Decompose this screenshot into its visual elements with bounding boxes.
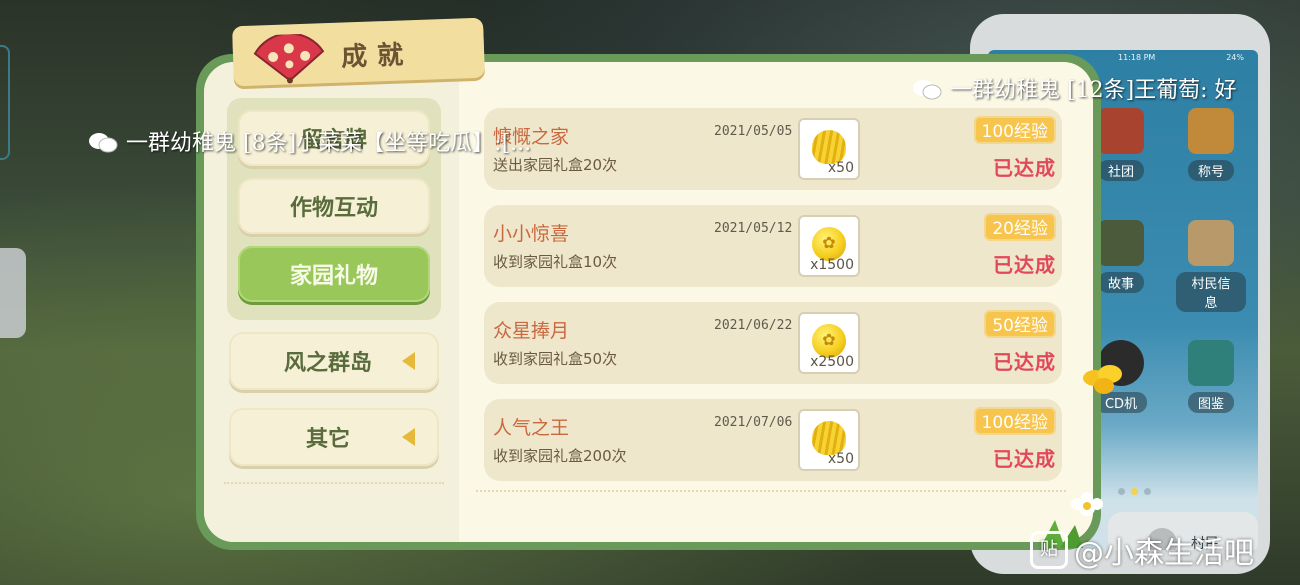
gold-coin-icon: ✿ [812,324,846,358]
reward-quantity: x2500 [810,354,854,370]
tieba-icon: 贴 [1030,531,1068,569]
achievement-date: 2021/06/22 [714,318,793,333]
achievement-desc: 送出家园礼盒20次 [493,156,618,174]
danmaku-text: 一群幼稚鬼 [12条]王葡萄: 好 [950,78,1237,103]
folding-fan-icon [253,33,325,84]
achievement-row[interactable]: 小小惊喜 收到家园礼盒10次 2021/05/12 ✿ x1500 20经验 已… [484,205,1062,287]
achievement-desc: 收到家园礼盒200次 [493,447,627,465]
phone-app-label: 图鉴 [1187,392,1234,413]
phone-app-label: 社团 [1097,160,1144,181]
watermark-text: @小森生活吧 [1074,536,1254,571]
reward-quantity: x50 [827,160,854,176]
status-achieved: 已达成 [993,156,1056,180]
title-badge-icon [1188,108,1234,154]
danmaku-comment: 一群幼稚鬼 [8条]小菜菜【坐等吃瓜】:[... [88,125,531,157]
phone-app-label: 故事 [1097,272,1144,293]
phone-app-villager-info[interactable]: 村民信息 [1176,220,1246,312]
xp-badge: 50经验 [984,310,1056,338]
reward-slot[interactable]: ✿ x1500 [798,215,860,277]
achievement-desc: 收到家园礼盒10次 [493,253,618,271]
villager-card-icon [1188,220,1234,266]
gold-coin-icon: ✿ [812,227,846,261]
expand-arrow-icon [402,352,415,370]
phone-app-label: 村民信息 [1176,272,1246,312]
phone-app-title[interactable]: 称号 [1176,108,1246,181]
reward-slot[interactable]: x50 [798,409,860,471]
phone-status-time: 11:18 PM [1118,53,1156,62]
wechat-icon [913,80,942,100]
category-label: 作物互动 [289,196,378,221]
pager-dot-active [1131,488,1138,495]
left-edge-handle[interactable] [0,45,10,160]
reward-quantity: x1500 [810,257,854,273]
reward-slot[interactable]: ✿ x2500 [798,312,860,374]
wechat-icon [89,133,118,153]
achievement-date: 2021/07/06 [714,415,793,430]
club-icon [1098,108,1144,154]
status-achieved: 已达成 [993,447,1056,471]
category-wind-islands[interactable]: 风之群岛 [229,332,439,390]
phone-app-label: 称号 [1187,160,1234,181]
star-book-icon [1188,340,1234,386]
reward-quantity: x50 [827,451,854,467]
phone-app-collection[interactable]: 图鉴 [1176,340,1246,413]
page-title: 成就 [340,40,414,73]
tieba-watermark: 贴 @小森生活吧 [1030,528,1254,572]
achievement-row[interactable]: 众星捧月 收到家园礼盒50次 2021/06/22 ✿ x2500 50经验 已… [484,302,1062,384]
title-banner: 成就 [232,17,485,87]
reward-slot[interactable]: x50 [798,118,860,180]
achievement-desc: 收到家园礼盒50次 [493,350,618,368]
category-crop-interaction[interactable]: 作物互动 [238,178,430,234]
achievement-title: 小小惊喜 [493,223,570,245]
phone-status-battery: 24% [1226,53,1244,62]
danmaku-comment: 一群幼稚鬼 [12条]王葡萄: 好 [912,72,1237,104]
pager-dot [1118,488,1125,495]
list-end-divider [476,490,1066,492]
category-label: 家园礼物 [289,264,378,289]
category-home-gift[interactable]: 家园礼物 [238,246,430,302]
status-achieved: 已达成 [993,253,1056,277]
pager-dot [1144,488,1151,495]
achievement-date: 2021/05/05 [714,124,793,139]
film-icon [1098,220,1144,266]
left-edge-floating-tab[interactable] [0,248,26,338]
sidebar-divider [224,482,444,484]
achievement-title: 人气之王 [493,417,570,439]
achievement-row[interactable]: 慷慨之家 送出家园礼盒20次 2021/05/05 x50 100经验 已达成 [484,108,1062,190]
coin-glyph: ✿ [822,233,836,252]
category-other[interactable]: 其它 [229,408,439,466]
achievement-title: 众星捧月 [493,320,570,342]
yellow-flower-icon [1083,365,1122,394]
xp-badge: 100经验 [973,407,1056,435]
phone-pager-dots [1118,488,1151,495]
xp-badge: 20经验 [984,213,1056,241]
expand-arrow-icon [402,428,415,446]
xp-badge: 100经验 [973,116,1056,144]
achievement-row[interactable]: 人气之王 收到家园礼盒200次 2021/07/06 x50 100经验 已达成 [484,399,1062,481]
danmaku-text: 一群幼稚鬼 [8条]小菜菜【坐等吃瓜】:[... [126,131,532,156]
shell-coin-icon [812,421,846,455]
achievement-date: 2021/05/12 [714,221,793,236]
status-achieved: 已达成 [993,350,1056,374]
shell-coin-icon [812,130,846,164]
coin-glyph: ✿ [822,330,836,349]
